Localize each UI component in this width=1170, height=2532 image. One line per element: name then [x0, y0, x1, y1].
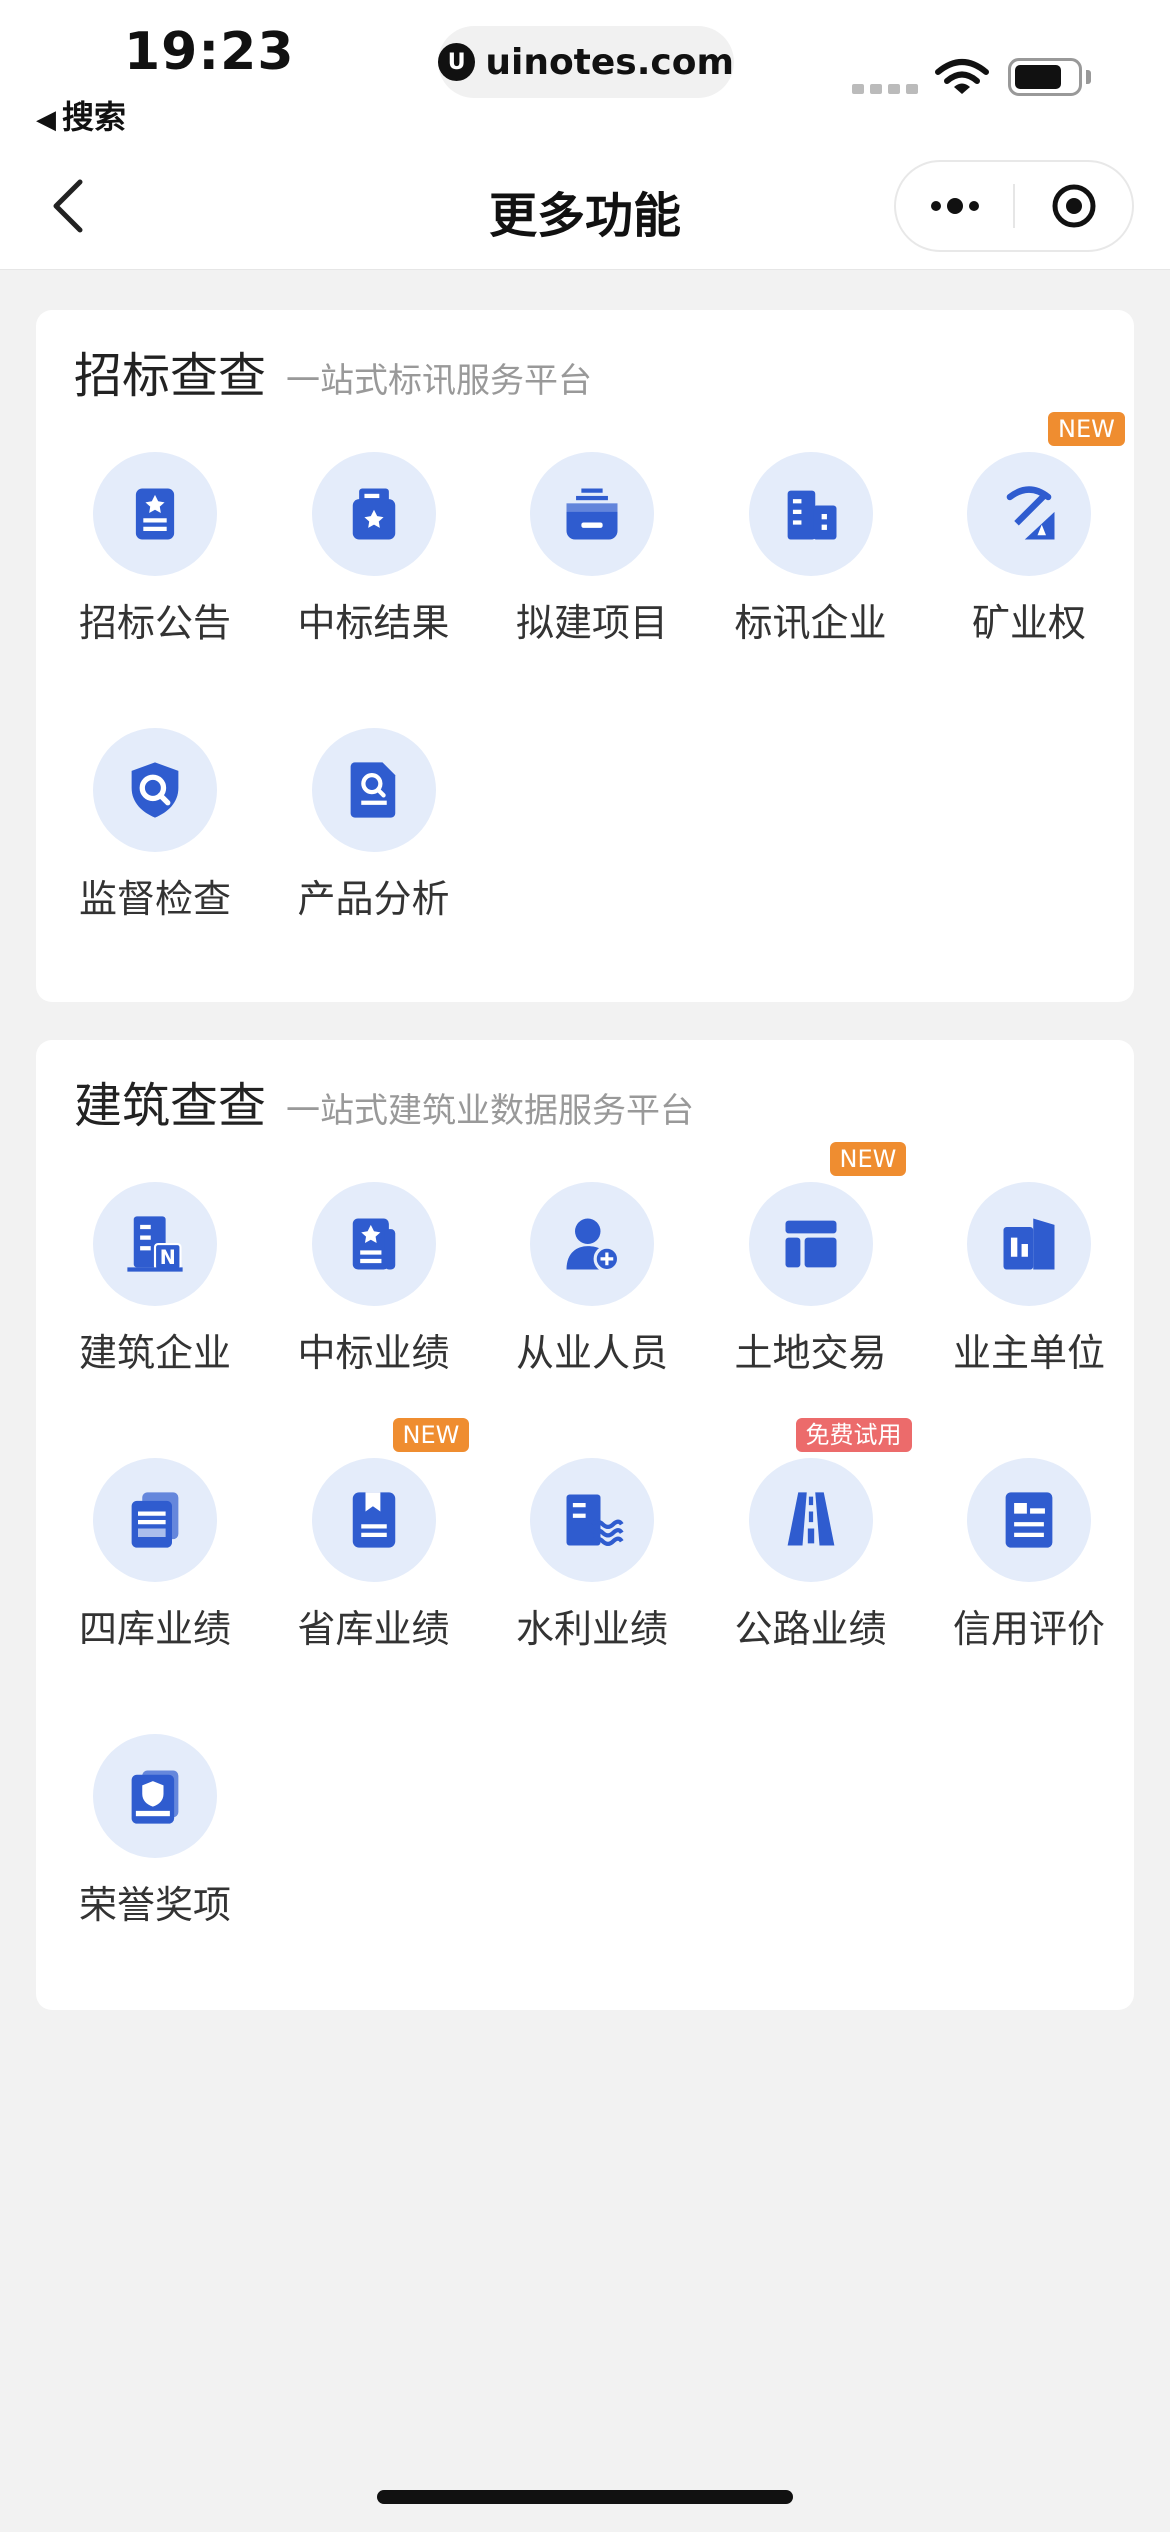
status-time: 19:23	[124, 22, 295, 82]
construction-card: 建筑查查 一站式建筑业数据服务平台 N 建筑企业 中标业绩 从业人员 NEW 土地交易 业主…	[36, 1040, 1134, 2010]
battery-cap	[1086, 70, 1091, 84]
svg-text:N: N	[160, 1246, 176, 1269]
construction-item[interactable]: N 建筑企业	[46, 1182, 264, 1382]
bidding-item[interactable]: 产品分析	[265, 728, 483, 928]
construction-item-label: 水利业绩	[515, 1607, 668, 1651]
construction-item-label: 四库业绩	[78, 1607, 231, 1651]
credit-card-doc-icon	[967, 1458, 1091, 1582]
doc-search-icon	[311, 728, 436, 852]
status-bar: 19:23 ◀ 搜索 U uinotes.com	[0, 0, 1170, 140]
construction-item-label: 土地交易	[734, 1331, 887, 1375]
award-result-icon	[311, 452, 436, 576]
construction-item-label: 从业人员	[515, 1331, 668, 1375]
construction-item-label: 业主单位	[952, 1331, 1105, 1375]
back-to-app-link[interactable]: ◀ 搜索	[36, 92, 126, 138]
construction-item[interactable]: 信用评价	[920, 1458, 1138, 1658]
bidding-item[interactable]: 标讯企业	[702, 452, 920, 652]
item-badge: 免费试用	[795, 1418, 912, 1452]
wifi-icon	[935, 59, 989, 94]
honor-shield-doc-icon	[93, 1734, 217, 1858]
stacked-docs-icon	[93, 1458, 217, 1582]
construction-item[interactable]: NEW 土地交易	[702, 1142, 920, 1382]
construction-item-label: 中标业绩	[297, 1331, 450, 1375]
construction-item[interactable]: 业主单位	[920, 1182, 1138, 1382]
construction-item[interactable]: NEW 省库业绩	[265, 1418, 483, 1658]
bidding-card-subtitle: 一站式标讯服务平台	[286, 361, 593, 401]
bidding-item-label: 标讯企业	[734, 601, 887, 645]
construction-item[interactable]: 中标业绩	[265, 1182, 483, 1382]
construction-item[interactable]: 四库业绩	[46, 1458, 264, 1658]
construction-item-label: 荣誉奖项	[78, 1883, 231, 1927]
bidding-item[interactable]: 招标公告	[46, 452, 264, 652]
person-add-icon	[530, 1182, 654, 1306]
bidding-item-label: 矿业权	[971, 601, 1086, 645]
url-pill[interactable]: U uinotes.com	[438, 26, 734, 98]
bidding-item[interactable]: 中标结果	[265, 452, 483, 652]
award-doc-icon	[311, 1182, 436, 1306]
item-badge: NEW	[392, 1418, 470, 1452]
bidding-card-header: 招标查查 一站式标讯服务平台	[74, 336, 592, 406]
app-root: 19:23 ◀ 搜索 U uinotes.com 更多功能 招标查查 一站式标讯…	[0, 0, 1170, 2532]
bidding-item[interactable]: 监督检查	[46, 728, 264, 928]
cellular-signal-icon	[852, 84, 918, 94]
mining-pickaxe-icon	[967, 452, 1091, 576]
owner-building-icon	[967, 1182, 1091, 1306]
bidding-item-label: 中标结果	[297, 601, 450, 645]
construction-card-subtitle: 一站式建筑业数据服务平台	[286, 1091, 695, 1131]
bidding-card-title: 招标查查	[74, 348, 267, 404]
url-text: uinotes.com	[485, 41, 734, 83]
nav-bar: 更多功能	[0, 140, 1170, 270]
construction-card-header: 建筑查查 一站式建筑业数据服务平台	[74, 1066, 694, 1136]
shield-search-icon	[93, 728, 217, 852]
water-building-icon	[530, 1458, 654, 1582]
miniprogram-capsule	[894, 160, 1134, 252]
building-n-icon: N	[93, 1182, 217, 1306]
construction-item-label: 公路业绩	[734, 1607, 887, 1651]
item-badge: NEW	[1048, 412, 1125, 446]
construction-item[interactable]: 从业人员	[483, 1182, 701, 1382]
bidding-card: 招标查查 一站式标讯服务平台 招标公告 中标结果 拟建项目 标讯企业 NEW 矿业权监督检…	[36, 310, 1134, 1002]
bookmark-doc-icon	[311, 1458, 436, 1582]
home-indicator	[377, 2490, 793, 2504]
item-badge: NEW	[829, 1142, 907, 1176]
more-dots-icon[interactable]	[896, 162, 1013, 250]
construction-item[interactable]: 水利业绩	[483, 1458, 701, 1658]
construction-item-label: 信用评价	[952, 1607, 1105, 1651]
land-layout-icon	[748, 1182, 873, 1306]
bidding-item-label: 监督检查	[78, 877, 231, 921]
company-building-icon	[748, 452, 873, 576]
bidding-item-label: 招标公告	[78, 601, 231, 645]
construction-item[interactable]: 荣誉奖项	[46, 1734, 264, 1934]
target-icon[interactable]	[1015, 162, 1132, 250]
bidding-item-label: 拟建项目	[515, 601, 668, 645]
back-app-label: 搜索	[62, 98, 127, 136]
bidding-item-label: 产品分析	[297, 877, 450, 921]
battery-icon	[1008, 58, 1082, 96]
construction-card-title: 建筑查查	[74, 1078, 267, 1134]
project-box-icon	[530, 452, 654, 576]
announcement-doc-icon	[93, 452, 217, 576]
construction-item-label: 建筑企业	[78, 1331, 231, 1375]
back-triangle-icon: ◀	[36, 105, 56, 135]
road-icon	[748, 1458, 873, 1582]
construction-item[interactable]: 免费试用公路业绩	[702, 1418, 920, 1658]
bidding-item[interactable]: 拟建项目	[483, 452, 701, 652]
bidding-item[interactable]: NEW 矿业权	[920, 412, 1138, 652]
site-logo-icon: U	[438, 43, 476, 81]
construction-item-label: 省库业绩	[297, 1607, 450, 1651]
